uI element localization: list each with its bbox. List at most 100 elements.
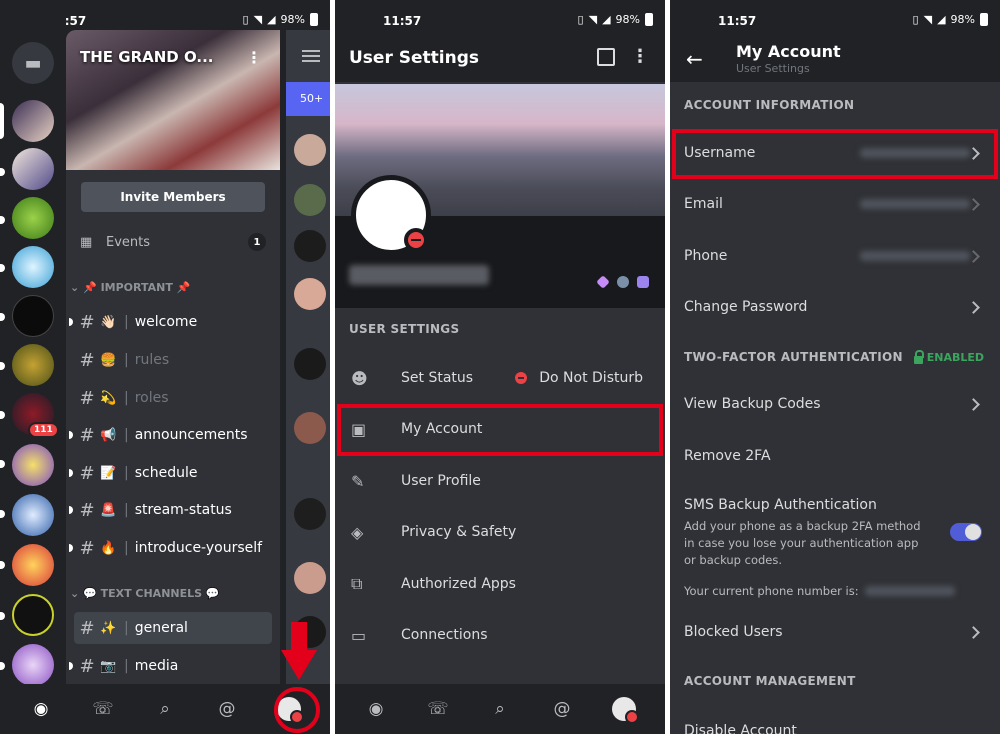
hypesquad-badge-icon — [637, 276, 649, 288]
current-phone-line: Your current phone number is: — [684, 584, 955, 598]
server-icon[interactable] — [12, 494, 54, 536]
user-avatar — [612, 697, 639, 724]
server-icon[interactable] — [12, 148, 54, 190]
pencil-icon: ✎ — [351, 471, 365, 491]
highlight-box — [337, 404, 663, 456]
signal-icon: ◢ — [937, 13, 946, 26]
server-icon[interactable] — [12, 295, 54, 337]
hash-icon: # — [79, 462, 95, 484]
server-icon[interactable] — [12, 197, 54, 239]
events-item[interactable]: ▦ Events 1 — [80, 232, 266, 252]
lock-icon — [913, 349, 924, 364]
hash-icon: # — [79, 499, 95, 521]
mentions-icon[interactable]: @ — [548, 695, 576, 723]
category-text-channels[interactable]: ⌄ 💬 TEXT CHANNELS 💬 — [70, 587, 220, 600]
vibrate-icon: ▯ — [577, 13, 584, 26]
sms-backup-toggle[interactable] — [950, 523, 982, 541]
section-label: USER SETTINGS — [349, 322, 460, 336]
search-icon[interactable]: ⌕ — [151, 695, 179, 723]
server-icon[interactable] — [12, 344, 54, 386]
more-options-icon[interactable]: ⋮ — [246, 48, 262, 67]
privacy-safety-item[interactable]: ◈ Privacy & Safety — [335, 509, 665, 555]
set-status-item[interactable]: ☻ Set Status Do Not Disturb — [335, 355, 665, 401]
blocked-users-row[interactable]: Blocked Users — [670, 607, 1000, 657]
server-name[interactable]: THE GRAND O... — [80, 48, 213, 66]
discord-home-icon[interactable]: ◉ — [27, 695, 55, 723]
apps-icon: ⧉ — [351, 574, 363, 593]
section-label: ACCOUNT INFORMATION — [684, 98, 855, 112]
email-row[interactable]: Email — [670, 179, 1000, 229]
server-icon[interactable] — [12, 246, 54, 288]
menu-icon[interactable] — [302, 50, 320, 52]
member-avatar[interactable] — [294, 562, 326, 594]
nitro-badge-icon — [596, 275, 610, 289]
server-icon[interactable] — [12, 100, 54, 142]
channel-item-selected[interactable]: # ✨ | general — [74, 612, 272, 644]
battery-icon — [310, 13, 318, 26]
search-icon[interactable]: ⌕ — [486, 695, 514, 723]
member-avatar[interactable] — [294, 230, 326, 262]
change-password-row[interactable]: Change Password — [670, 282, 1000, 332]
wifi-icon: ◥ — [253, 13, 263, 26]
page-title: User Settings — [349, 48, 479, 68]
member-avatar[interactable] — [294, 412, 326, 444]
boost-badge-icon — [617, 276, 629, 288]
hash-icon: # — [79, 349, 95, 371]
sms-backup-description: Add your phone as a backup 2FA method in… — [684, 519, 921, 567]
channel-item[interactable]: # 👋🏻 | welcome — [69, 306, 272, 338]
backup-codes-row[interactable]: View Backup Codes — [670, 379, 1000, 429]
channel-item[interactable]: # 🔥 | introduce-yourself — [69, 532, 272, 564]
section-label: TWO-FACTOR AUTHENTICATION — [684, 350, 903, 364]
member-sidebar: 50+ — [286, 30, 330, 684]
signal-icon: ◢ — [602, 13, 611, 26]
server-icon[interactable] — [12, 644, 54, 686]
user-profile-item[interactable]: ✎ User Profile — [335, 458, 665, 504]
section-label: ACCOUNT MANAGEMENT — [684, 674, 856, 688]
connections-item[interactable]: ▭ Connections — [335, 612, 665, 658]
member-avatar[interactable] — [294, 498, 326, 530]
dnd-icon — [515, 372, 528, 384]
channel-item[interactable]: # 🚨 | stream-status — [69, 494, 272, 526]
authorized-apps-item[interactable]: ⧉ Authorized Apps — [335, 561, 665, 607]
hash-icon: # — [79, 311, 95, 333]
bottom-nav: ◉ ☏ ⌕ @ — [335, 684, 665, 734]
remove-2fa-row[interactable]: Remove 2FA — [670, 431, 1000, 481]
hash-icon: # — [79, 424, 95, 446]
channel-item[interactable]: # 🍔 | rules — [74, 344, 272, 376]
settings-header: User Settings ⋮ — [335, 30, 665, 82]
shield-icon: ◈ — [351, 522, 364, 542]
channel-list: THE GRAND O... ⋮ Invite Members ▦ Events… — [66, 30, 280, 684]
discord-home-icon[interactable]: ◉ — [362, 695, 390, 723]
member-avatar[interactable] — [294, 278, 326, 310]
vibrate-icon: ▯ — [242, 13, 249, 26]
channel-item[interactable]: # 📢 | announcements — [69, 419, 272, 451]
channel-item[interactable]: # 💫 | roles — [74, 382, 272, 414]
server-icon[interactable] — [12, 594, 54, 636]
member-count-pill: 50+ — [286, 82, 330, 116]
friends-icon[interactable]: ☏ — [424, 695, 452, 723]
member-avatar[interactable] — [294, 348, 326, 380]
highlight-circle — [274, 687, 320, 733]
server-view-panel: 11:57 ▯ ◥ ◢ 98% ▬ 111 THE GRAND O... ⋮ I… — [0, 0, 330, 734]
channel-item[interactable]: # 📷 | media — [69, 650, 272, 682]
member-avatar[interactable] — [294, 184, 326, 216]
back-arrow-icon[interactable]: ← — [686, 47, 703, 71]
channel-item[interactable]: # 📝 | schedule — [69, 457, 272, 489]
phone-row[interactable]: Phone — [670, 231, 1000, 281]
category-important[interactable]: ⌄ 📌 IMPORTANT 📌 — [70, 281, 190, 294]
disable-account-row[interactable]: Disable Account — [670, 706, 1000, 734]
server-icon[interactable] — [12, 544, 54, 586]
mentions-icon[interactable]: @ — [213, 695, 241, 723]
profile-tab[interactable] — [610, 695, 639, 724]
server-icon[interactable] — [12, 444, 54, 486]
logout-icon[interactable] — [597, 48, 615, 66]
events-label: Events — [106, 234, 151, 250]
friends-icon[interactable]: ☏ — [89, 695, 117, 723]
member-avatar[interactable] — [294, 134, 326, 166]
more-options-icon[interactable]: ⋮ — [631, 46, 649, 67]
wifi-icon: ◥ — [923, 13, 933, 26]
highlight-box — [672, 129, 998, 179]
direct-messages-icon[interactable]: ▬ — [12, 42, 54, 84]
chevron-right-icon — [967, 300, 980, 314]
invite-members-button[interactable]: Invite Members — [81, 182, 265, 212]
